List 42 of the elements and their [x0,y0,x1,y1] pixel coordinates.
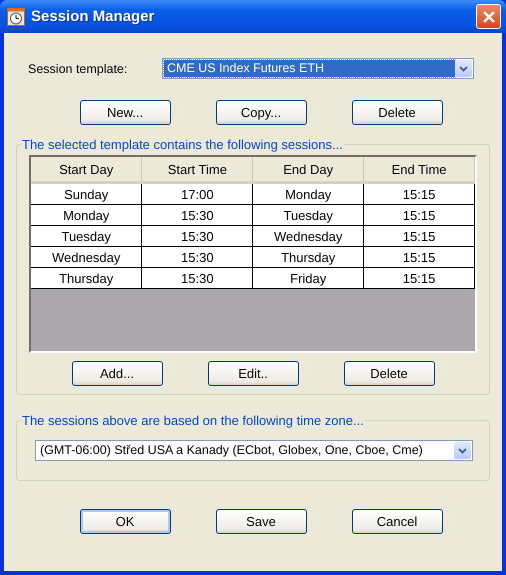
table-cell: 15:15 [364,268,474,288]
table-cell: Wednesday [252,226,364,246]
group-title: The sessions above are based on the following time zone... [21,413,365,428]
action-button[interactable]: Delete [352,100,442,125]
dialog-button[interactable]: Cancel [352,509,442,534]
table-cell: Tuesday [31,226,142,246]
group-title: The selected template contains the following sessions... [21,137,344,152]
table-cell: Thursday [252,246,364,268]
dialog-button[interactable]: Save [216,509,306,534]
clock-icon [7,8,25,26]
field-label: Session template: [28,62,128,76]
table-cell: 15:30 [142,204,253,226]
table-cell: 15:15 [364,246,474,268]
template-dropdown[interactable]: CME US Index Futures ETH [162,58,474,79]
table-cell: Thursday [31,268,142,288]
table-cell: Friday [252,268,364,288]
table-cell: Wednesday [31,246,142,268]
table-cell: Monday [252,182,364,204]
table-cell: 15:15 [364,226,474,246]
column-header[interactable]: Start Time [142,157,253,182]
table-cell: 15:15 [364,182,474,204]
timezone-dropdown[interactable]: (GMT-06:00) Střed USA a Kanady (ECbot, Globex, One, Cboe, Cme) [35,440,473,461]
action-button[interactable]: Copy... [216,100,306,125]
window-title: Session Manager [31,8,156,25]
action-button[interactable]: New... [80,100,170,125]
close-icon [482,10,496,24]
table-cell: 15:15 [364,204,474,226]
action-button[interactable]: Edit.. [208,361,298,386]
table-cell: 15:30 [142,246,253,268]
dialog-button[interactable]: OK [80,509,170,534]
table-cell: Sunday [31,182,142,204]
table-cell: Monday [31,204,142,226]
table-cell: 17:00 [142,182,253,204]
action-button[interactable]: Delete [344,361,434,386]
action-button[interactable]: Add... [72,361,162,386]
table-cell: 15:30 [142,226,253,246]
table-cell: 15:30 [142,268,253,288]
table-cell: Tuesday [252,204,364,226]
column-header[interactable]: End Time [364,157,474,182]
column-header[interactable]: Start Day [31,157,142,182]
column-header[interactable]: End Day [252,157,364,182]
close-button[interactable] [476,4,501,29]
